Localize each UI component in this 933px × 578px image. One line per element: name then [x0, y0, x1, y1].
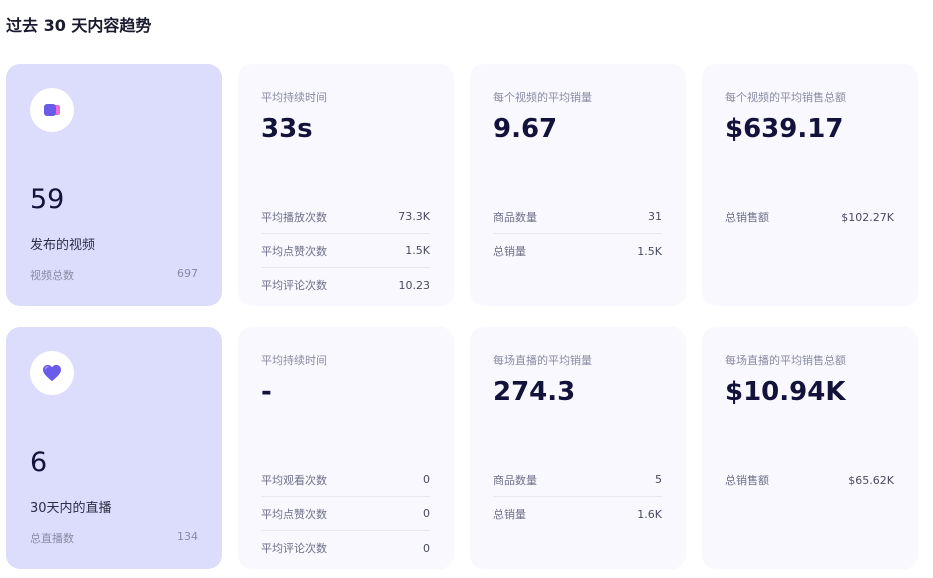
- stat-row: 平均播放次数 73.3K: [261, 200, 430, 234]
- stat-row: 平均点赞次数 1.5K: [261, 234, 430, 268]
- lives-total: 总直播数 134: [30, 530, 198, 546]
- page-title: 过去 30 天内容趋势: [6, 16, 152, 35]
- stat-label: 平均点赞次数: [261, 244, 327, 258]
- stat-value: 0: [423, 541, 430, 555]
- stat-row: 平均点赞次数 0: [261, 497, 430, 531]
- stat-row: 商品数量 31: [493, 200, 662, 234]
- videos-count-label: 发布的视频: [30, 238, 96, 253]
- stat-label: 总销售额: [725, 474, 769, 487]
- metric-value: 9.67: [493, 114, 558, 144]
- stat-row: 总销量 1.6K: [493, 497, 662, 531]
- stat-label: 总销量: [493, 245, 526, 258]
- metric-label: 每场直播的平均销量: [493, 354, 592, 367]
- stat-value: 1.6K: [637, 507, 662, 521]
- stat-label: 平均播放次数: [261, 210, 327, 224]
- stat-value: 73.3K: [398, 210, 430, 223]
- stat-row: 平均评论次数 10.23: [261, 268, 430, 302]
- stat-label: 平均观看次数: [261, 473, 327, 487]
- stat-value: 10.23: [398, 278, 431, 292]
- videos-duration-card: 平均持续时间 33s 平均播放次数 73.3K 平均点赞次数 1.5K 平均评论次数…: [238, 64, 454, 306]
- stat-row: 平均评论次数 0: [261, 531, 430, 565]
- metric-label: 每场直播的平均销售总额: [725, 354, 846, 367]
- metric-label: 平均持续时间: [261, 354, 327, 367]
- stat-row: 总销售额 $102.27K: [725, 200, 894, 234]
- stat-value: 5: [655, 473, 662, 486]
- lives-count: 6: [30, 447, 48, 478]
- videos-summary-card[interactable]: 59 发布的视频 视频总数 697: [6, 64, 222, 306]
- stat-label: 总销售额: [725, 211, 769, 224]
- heart-icon: [30, 351, 74, 395]
- stat-row: 总销量 1.5K: [493, 234, 662, 268]
- stat-value: 0: [423, 473, 430, 486]
- metric-value: 274.3: [493, 377, 576, 407]
- metric-label: 每个视频的平均销售总额: [725, 91, 846, 104]
- stat-label: 平均评论次数: [261, 279, 327, 292]
- lives-duration-card: 平均持续时间 - 平均观看次数 0 平均点赞次数 0 平均评论次数 0: [238, 327, 454, 569]
- metric-value: $10.94K: [725, 377, 846, 407]
- metric-label: 每个视频的平均销量: [493, 91, 592, 104]
- metric-value: 33s: [261, 114, 313, 144]
- metric-value: -: [261, 377, 272, 407]
- stat-value: 1.5K: [405, 244, 430, 257]
- stat-value: 31: [648, 210, 662, 223]
- lives-summary-card[interactable]: 6 30天内的直播 总直播数 134: [6, 327, 222, 569]
- lives-total-label: 总直播数: [30, 532, 74, 545]
- stat-label: 商品数量: [493, 473, 537, 487]
- stat-value: 1.5K: [637, 244, 662, 258]
- stat-label: 商品数量: [493, 210, 537, 224]
- videos-total: 视频总数 697: [30, 267, 198, 283]
- stat-label: 平均点赞次数: [261, 507, 327, 521]
- lives-avg-revenue-card: 每场直播的平均销售总额 $10.94K 总销售额 $65.62K: [702, 327, 918, 569]
- videos-avg-sales-card: 每个视频的平均销量 9.67 商品数量 31 总销量 1.5K: [470, 64, 686, 306]
- lives-avg-sales-card: 每场直播的平均销量 274.3 商品数量 5 总销量 1.6K: [470, 327, 686, 569]
- stat-row: 商品数量 5: [493, 463, 662, 497]
- metric-value: $639.17: [725, 114, 844, 144]
- videos-total-value: 697: [177, 267, 198, 280]
- videos-avg-revenue-card: 每个视频的平均销售总额 $639.17 总销售额 $102.27K: [702, 64, 918, 306]
- videos-count: 59: [30, 184, 65, 215]
- stat-value: 0: [423, 507, 430, 520]
- stat-label: 平均评论次数: [261, 542, 327, 555]
- lives-count-label: 30天内的直播: [30, 501, 112, 516]
- stat-value: $102.27K: [841, 210, 894, 224]
- metric-label: 平均持续时间: [261, 91, 327, 104]
- stat-label: 总销量: [493, 508, 526, 521]
- video-icon: [30, 88, 74, 132]
- stat-row: 总销售额 $65.62K: [725, 463, 894, 497]
- lives-total-value: 134: [177, 530, 198, 543]
- stat-row: 平均观看次数 0: [261, 463, 430, 497]
- stat-value: $65.62K: [848, 473, 894, 487]
- videos-total-label: 视频总数: [30, 269, 74, 282]
